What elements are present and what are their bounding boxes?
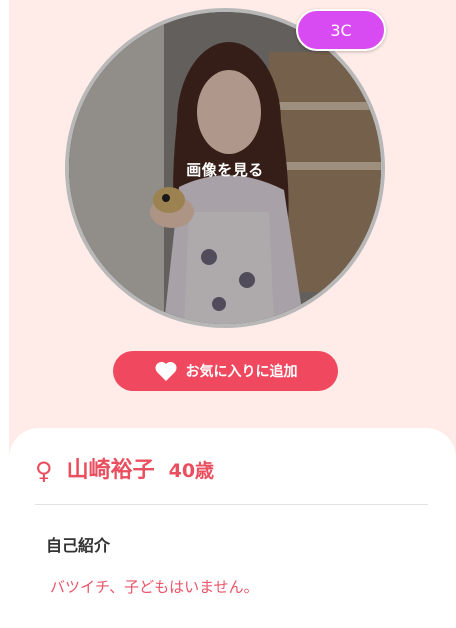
intro-text: バツイチ、子どもはいません。 [50,578,259,596]
heart-icon [154,361,177,381]
profile-photo[interactable]: 画像を見る [65,8,385,328]
name-row: ♀ 山崎裕子 40歳 [35,452,215,485]
profile-card: ♀ 山崎裕子 40歳 自己紹介 バツイチ、子どもはいません。 [9,428,456,628]
intro-heading: 自己紹介 [46,536,111,555]
left-edge-strip [0,0,9,628]
profile-name: 山崎裕子 [66,458,155,483]
divider [35,504,428,505]
add-favorite-label: お気に入りに追加 [185,364,298,380]
profile-age: 40歳 [168,460,215,482]
female-icon: ♀ [35,457,53,485]
view-image-label[interactable]: 画像を見る [65,159,385,180]
add-favorite-button[interactable]: お気に入りに追加 [113,351,338,391]
profile-page: 画像を見る 3C お気に入りに追加 ♀ 山崎裕子 40歳 自己紹介 バツイチ、子… [0,0,456,628]
rank-badge: 3C [296,9,386,51]
